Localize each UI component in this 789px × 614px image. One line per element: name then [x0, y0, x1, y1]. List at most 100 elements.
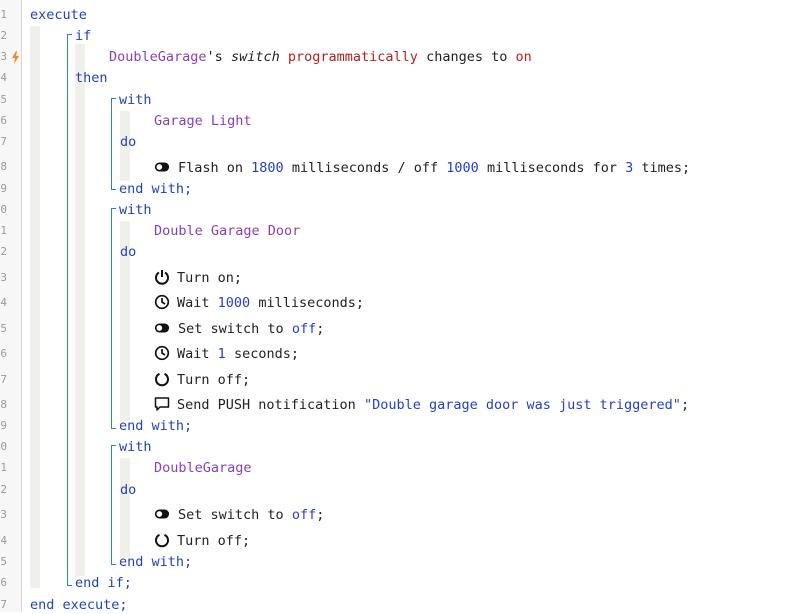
line-number: 7 — [0, 373, 7, 386]
trigger-lightning-icon — [12, 51, 19, 64]
device-doublegarage[interactable]: DoubleGarage — [154, 459, 252, 477]
indent-band-then — [75, 90, 85, 576]
cmd-text: Turn on; — [177, 270, 243, 286]
if-block-guide-top — [67, 34, 72, 35]
line-number: 8 — [0, 160, 7, 173]
push-notification-command[interactable]: Send PUSH notification "Double garage do… — [154, 396, 689, 414]
condition-possessive: 's — [206, 49, 223, 65]
line-number: 8 — [0, 398, 7, 411]
message-icon — [154, 397, 170, 411]
wait-command[interactable]: Wait 1 seconds; — [154, 345, 299, 363]
cmd-text: ; — [316, 321, 325, 337]
execute-keyword[interactable]: execute — [30, 6, 87, 24]
turn-on-command[interactable]: Turn on; — [154, 269, 242, 287]
end-with-keyword[interactable]: end with; — [119, 553, 192, 571]
with-keyword[interactable]: with — [119, 91, 152, 109]
clock-icon — [154, 345, 170, 361]
with-keyword[interactable]: with — [119, 438, 152, 456]
cmd-text: ; — [316, 507, 325, 523]
then-keyword[interactable]: then — [75, 69, 108, 87]
cmd-text: times; — [641, 160, 691, 176]
device-garage-light[interactable]: Garage Light — [154, 112, 252, 130]
power-off-icon — [155, 533, 169, 548]
set-switch-command[interactable]: Set switch to off; — [154, 506, 324, 524]
line-number: 2 — [0, 29, 7, 42]
power-off-icon — [155, 372, 169, 387]
toggle-icon — [154, 323, 170, 333]
turn-off-command[interactable]: Turn off; — [154, 371, 250, 389]
with3-guide — [111, 445, 112, 564]
condition-device: DoubleGarage — [109, 49, 207, 65]
line-number: 6 — [0, 114, 7, 127]
cmd-text: milliseconds / off — [291, 160, 439, 176]
line-number: 1 — [0, 461, 7, 474]
cmd-text: Send PUSH notification — [177, 397, 356, 413]
line-number: 7 — [0, 135, 7, 148]
line-number: 9 — [0, 419, 7, 432]
cmd-number: 3 — [625, 160, 634, 176]
cmd-text: ; — [680, 397, 690, 413]
line-number: 5 — [0, 322, 7, 335]
line-number: 1 — [0, 8, 7, 21]
line-number: 5 — [0, 93, 7, 106]
notification-message: "Double garage door was just triggered" — [363, 397, 681, 413]
with2-guide — [111, 208, 112, 428]
condition-verb: changes to — [426, 49, 508, 65]
cmd-text: Turn off; — [177, 372, 251, 388]
end-execute-keyword[interactable]: end execute; — [30, 596, 128, 614]
line-number: 5 — [0, 555, 7, 568]
if-keyword[interactable]: if — [75, 27, 91, 45]
condition-attribute: switch — [230, 49, 280, 65]
cmd-number: 1800 — [251, 160, 284, 176]
with-keyword[interactable]: with — [119, 201, 152, 219]
toggle-icon — [154, 162, 170, 172]
line-number: 3 — [0, 508, 7, 521]
line-number: 0 — [0, 203, 7, 216]
line-number: 1 — [0, 224, 7, 237]
line-number: 6 — [0, 576, 7, 589]
cmd-text: Wait — [177, 295, 210, 311]
wait-command[interactable]: Wait 1000 milliseconds; — [154, 294, 364, 312]
line-number: 3 — [0, 271, 7, 284]
line-number: 9 — [0, 182, 7, 195]
line-number: 2 — [0, 483, 7, 496]
line-number: 0 — [0, 440, 7, 453]
flash-command[interactable]: Flash on 1800 milliseconds / off 1000 mi… — [154, 159, 690, 177]
with2-guide-bottom — [111, 428, 116, 429]
line-number: 4 — [0, 296, 7, 309]
turn-off-command[interactable]: Turn off; — [154, 532, 250, 550]
cmd-value: off — [291, 321, 317, 337]
end-with-keyword[interactable]: end with; — [119, 417, 192, 435]
cmd-text: Turn off; — [177, 533, 251, 549]
indent-band-with3 — [120, 458, 130, 558]
line-number: 4 — [0, 71, 7, 84]
cmd-text: milliseconds; — [258, 295, 364, 311]
toggle-icon — [154, 509, 170, 519]
with1-guide-bottom — [111, 189, 116, 190]
line-number: 4 — [0, 534, 7, 547]
cmd-number: 1000 — [217, 295, 251, 311]
if-block-guide — [67, 34, 68, 585]
cmd-text: milliseconds for — [486, 160, 617, 176]
line-number: 2 — [0, 245, 7, 258]
with3-guide-top — [111, 445, 116, 446]
line-number: 3 — [0, 50, 7, 63]
with1-guide-top — [111, 98, 116, 99]
with1-guide — [111, 98, 112, 189]
do-keyword[interactable]: do — [120, 243, 136, 261]
do-keyword[interactable]: do — [120, 481, 136, 499]
clock-icon — [154, 294, 170, 310]
trigger-condition[interactable]: DoubleGarage's switch programmatically c… — [109, 48, 532, 66]
condition-mode: programmatically — [287, 49, 418, 65]
end-if-keyword[interactable]: end if; — [75, 574, 132, 592]
end-with-keyword[interactable]: end with; — [119, 180, 192, 198]
set-switch-command[interactable]: Set switch to off; — [154, 320, 324, 338]
device-double-garage-door[interactable]: Double Garage Door — [154, 222, 300, 240]
power-icon — [155, 270, 169, 285]
cmd-number: 1 — [217, 346, 226, 362]
condition-value: on — [515, 49, 532, 65]
cmd-text: Wait — [177, 346, 210, 362]
cmd-text: Set switch to — [178, 507, 284, 523]
do-keyword[interactable]: do — [120, 133, 136, 151]
indent-band-execute — [30, 26, 40, 588]
